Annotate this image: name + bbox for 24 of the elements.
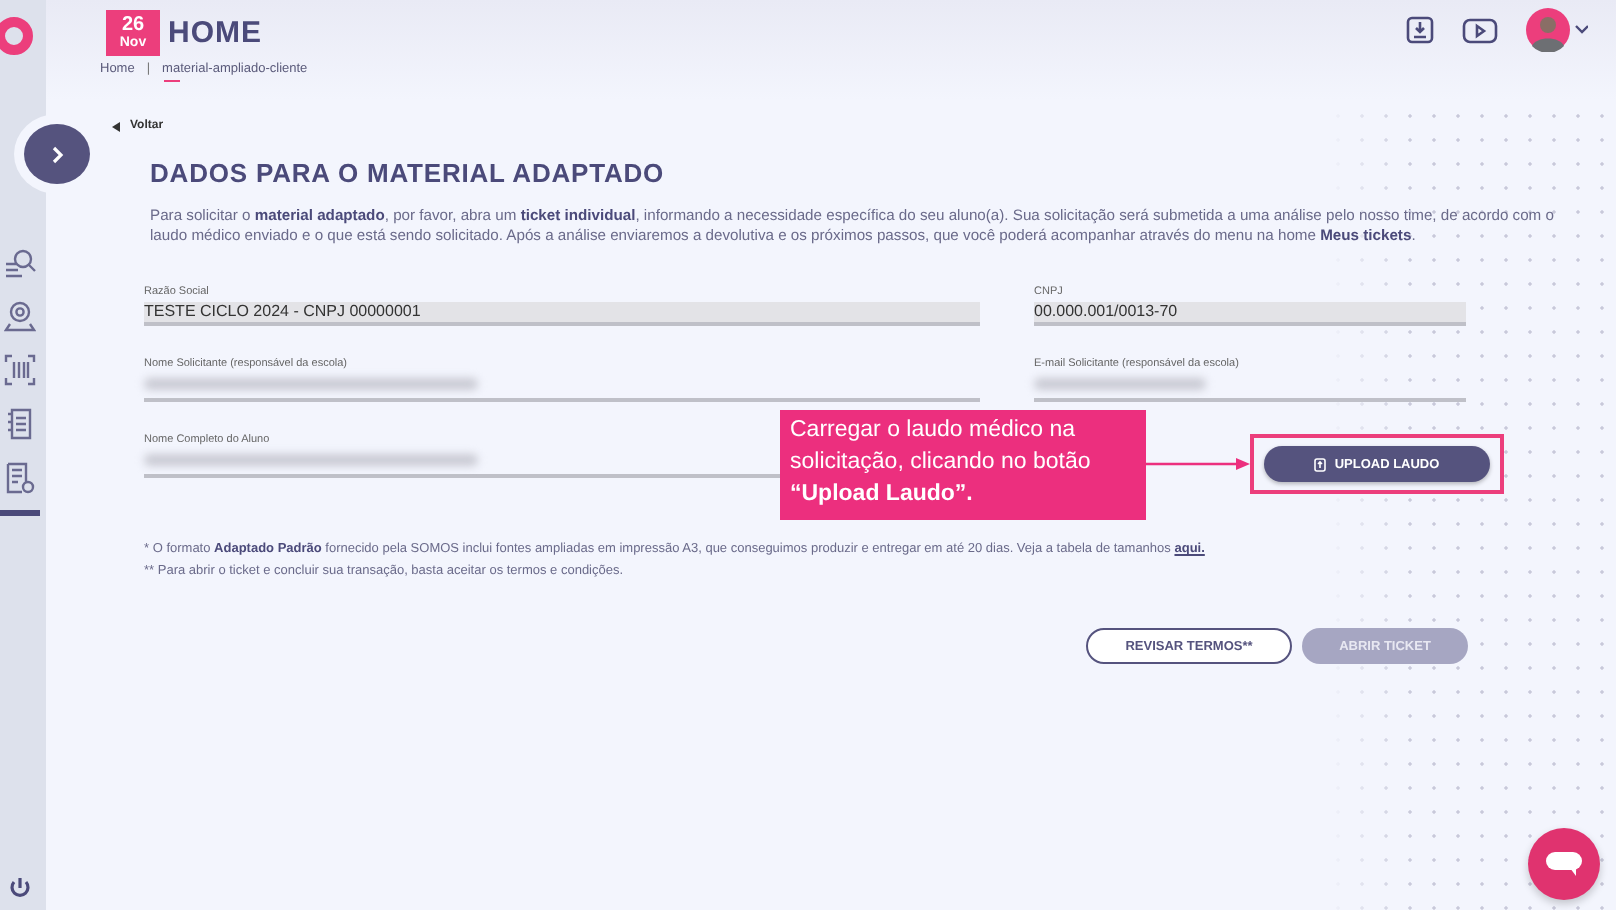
input-field[interactable]: TESTE CICLO 2024 - CNPJ 00000001 bbox=[144, 302, 980, 326]
expand-sidebar-button[interactable] bbox=[24, 124, 90, 184]
arrow-connector bbox=[1146, 456, 1252, 472]
input-field[interactable] bbox=[1034, 378, 1466, 402]
power-icon[interactable] bbox=[7, 876, 31, 900]
report-icon[interactable] bbox=[3, 462, 35, 494]
callout-tooltip: Carregar o laudo médico na solicitação, clicando no botão “Upload Laudo”. bbox=[780, 410, 1146, 520]
avatar-icon[interactable] bbox=[1526, 8, 1588, 52]
location-pin-icon[interactable] bbox=[3, 300, 35, 332]
logo-icon[interactable] bbox=[0, 16, 33, 56]
document-icon[interactable] bbox=[3, 408, 35, 440]
caret-left-icon bbox=[112, 121, 120, 131]
download-document-icon[interactable] bbox=[1406, 16, 1434, 44]
page-title: HOME bbox=[168, 16, 262, 50]
chevron-right-icon bbox=[51, 145, 63, 163]
barcode-scan-icon[interactable] bbox=[3, 354, 35, 386]
input-field[interactable]: 00.000.001/0013-70 bbox=[1034, 302, 1466, 326]
search-icon[interactable] bbox=[3, 246, 35, 278]
chat-button[interactable] bbox=[1528, 828, 1600, 900]
input-field[interactable] bbox=[144, 378, 980, 402]
play-icon[interactable] bbox=[1462, 17, 1498, 43]
section-heading: DADOS PARA O MATERIAL ADAPTADO bbox=[150, 158, 667, 188]
upload-file-icon bbox=[1314, 457, 1327, 471]
chat-bubble-icon bbox=[1546, 852, 1582, 876]
